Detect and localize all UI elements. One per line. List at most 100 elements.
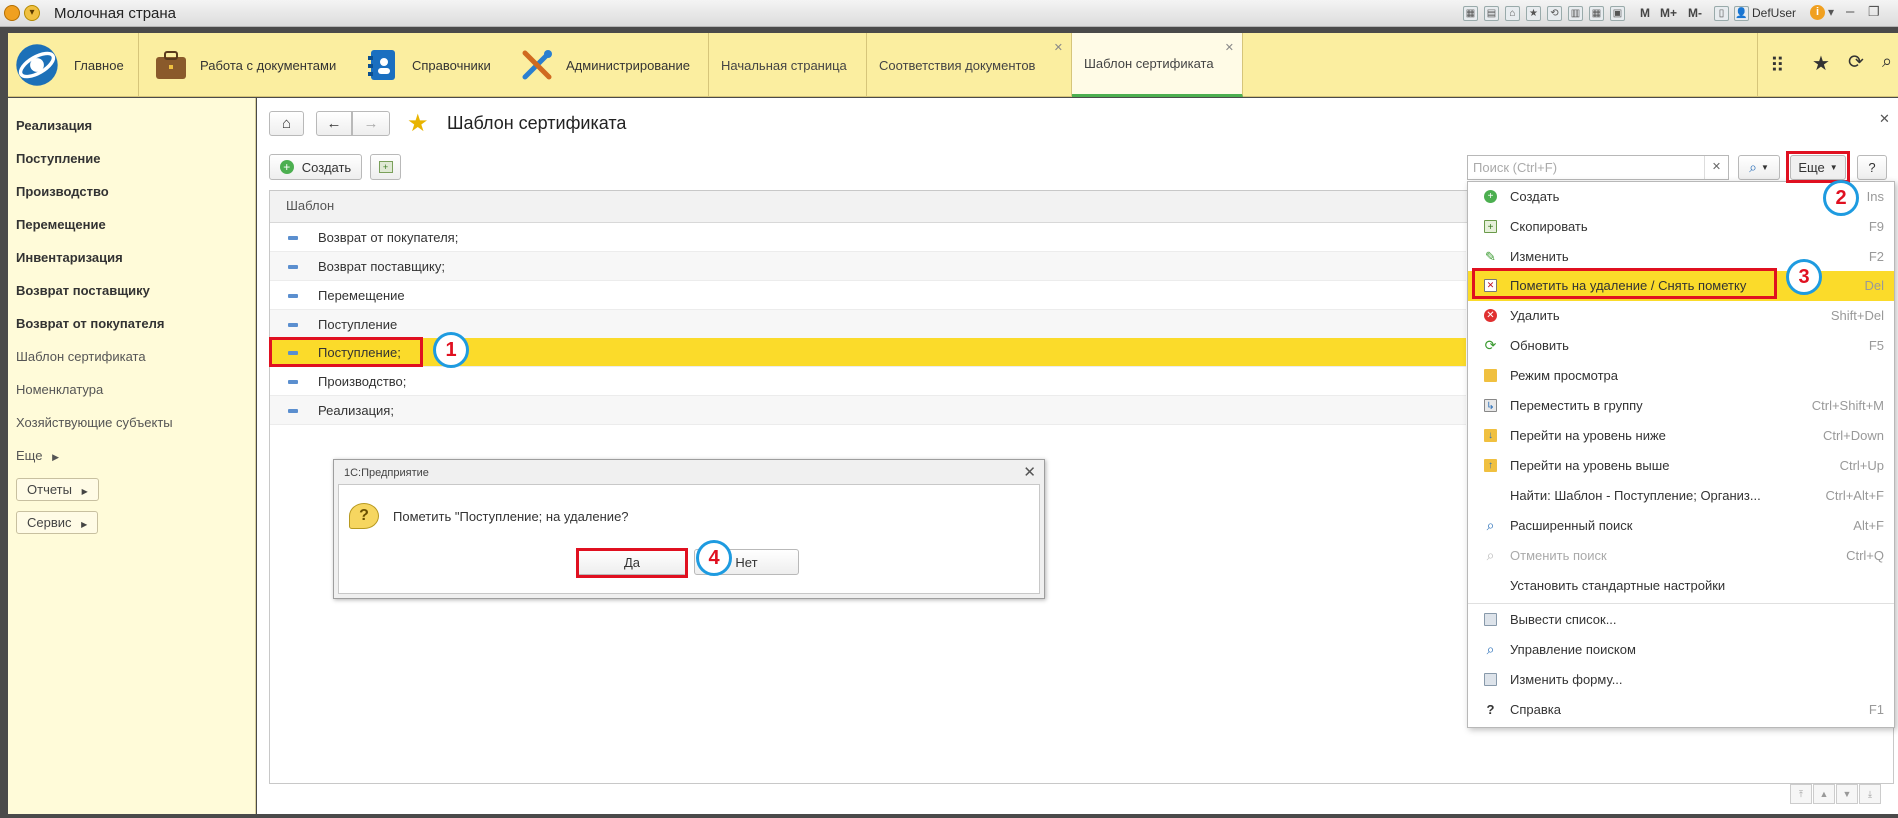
table-row[interactable]: Возврат поставщику; [270, 252, 1466, 281]
toolbar-history-icon[interactable]: ⟲ [1547, 6, 1562, 21]
global-search-icon[interactable]: ⌕ [1882, 51, 1892, 72]
scroll-up-button[interactable]: ▲ [1813, 784, 1835, 804]
toolbar-panel-icon[interactable]: ▯ [1714, 6, 1729, 21]
memory-minus-button[interactable]: M- [1688, 6, 1702, 20]
dialog-message: Пометить "Поступление; на удаление? [393, 509, 629, 524]
section-administration[interactable]: Администрирование [520, 33, 690, 97]
toolbar-calc-icon[interactable]: ▥ [1568, 6, 1583, 21]
tab-close-icon[interactable]: ✕ [1054, 41, 1063, 54]
table-row[interactable]: Возврат от покупателя; [270, 223, 1466, 252]
arrow-right-icon: ▶ [52, 452, 59, 462]
question-icon: ? [349, 503, 379, 529]
service-button[interactable]: Сервис ▶ [16, 511, 99, 534]
scroll-down-button[interactable]: ▼ [1836, 784, 1858, 804]
help-icon: ? [1486, 702, 1495, 717]
history-icon[interactable]: ⟳ [1848, 51, 1864, 74]
menu-item-move-to-group[interactable]: ↳ Переместить в группу Ctrl+Shift+M [1468, 391, 1894, 421]
nav-item-production[interactable]: Производство [16, 184, 109, 199]
nav-item-transfer[interactable]: Перемещение [16, 217, 106, 232]
reports-button[interactable]: Отчеты ▶ [16, 478, 99, 501]
create-button[interactable]: + Создать [269, 154, 362, 180]
tab-document-correspondence[interactable]: Соответствия документов ✕ [867, 33, 1072, 97]
dialog-title: 1С:Предприятие [344, 467, 429, 479]
nav-item-business-entities[interactable]: Хозяйствующие субъекты [16, 415, 173, 430]
level-down-icon: ↓ [1484, 429, 1497, 442]
arrow-right-icon: ▶ [81, 487, 88, 496]
tab-home-page-label: Начальная страница [721, 57, 847, 73]
search-options-button[interactable]: ⌕ ▼ [1738, 155, 1780, 180]
home-button[interactable]: ⌂ [269, 111, 304, 136]
menu-item-standard-settings[interactable]: Установить стандартные настройки [1468, 571, 1894, 601]
toolbar-favorites-icon[interactable]: ★ [1526, 6, 1541, 21]
section-documents[interactable]: Работа с документами [154, 33, 336, 97]
menu-item-refresh[interactable]: ⟳ Обновить F5 [1468, 331, 1894, 361]
back-button[interactable]: ← [316, 111, 352, 136]
memory-m-button[interactable]: M [1640, 6, 1650, 20]
toolbar-link-icon[interactable]: ⌂ [1505, 6, 1520, 21]
nav-item-sales[interactable]: Реализация [16, 118, 92, 133]
help-button[interactable]: ? [1857, 155, 1887, 180]
nav-item-supplier-return[interactable]: Возврат поставщику [16, 283, 150, 298]
menu-item-copy[interactable]: + Скопировать F9 [1468, 212, 1894, 242]
scroll-bottom-button[interactable]: ⤓ [1859, 784, 1881, 804]
menu-item-advanced-search[interactable]: ⌕ Расширенный поиск Alt+F [1468, 511, 1894, 541]
menu-item-output-list[interactable]: Вывести список... [1468, 605, 1894, 635]
nav-item-inventory[interactable]: Инвентаризация [16, 250, 123, 265]
form-close-icon[interactable]: ✕ [1879, 111, 1890, 127]
menu-item-edit-form[interactable]: Изменить форму... [1468, 665, 1894, 695]
tab-close-icon[interactable]: ✕ [1225, 41, 1234, 54]
nav-item-customer-return[interactable]: Возврат от покупателя [16, 316, 164, 331]
page-title: Шаблон сертификата [447, 113, 627, 133]
print-list-icon [1484, 613, 1497, 626]
nav-item-receipts[interactable]: Поступление [16, 151, 101, 166]
refresh-icon: ⟳ [1484, 337, 1497, 353]
nav-item-nomenclature[interactable]: Номенклатура [16, 382, 103, 397]
menu-item-delete[interactable]: ✕ Удалить Shift+Del [1468, 301, 1894, 331]
nav-item-certificate-template[interactable]: Шаблон сертификата [16, 349, 146, 364]
favorites-star-icon[interactable]: ★ [1812, 51, 1830, 76]
dialog-close-icon[interactable]: ✕ [1023, 463, 1036, 481]
level-up-icon: ↑ [1484, 459, 1497, 472]
scroll-top-button[interactable]: ⤒ [1790, 784, 1812, 804]
restore-icon[interactable]: ❐ [1868, 4, 1880, 20]
memory-plus-button[interactable]: M+ [1660, 6, 1677, 20]
tab-home-page[interactable]: Начальная страница [709, 33, 867, 97]
favorite-star-icon[interactable]: ★ [407, 109, 429, 138]
all-functions-grid-icon[interactable]: ⠿ [1770, 53, 1785, 78]
toolbar-calendar-icon[interactable]: ▣ [1610, 6, 1625, 21]
table-row[interactable]: Производство; [270, 367, 1466, 396]
toolbar-print-icon[interactable]: ▤ [1484, 6, 1499, 21]
navigation-panel: Реализация Поступление Производство Пере… [8, 98, 256, 814]
search-input[interactable]: Поиск (Ctrl+F) ✕ [1467, 155, 1729, 180]
menu-item-level-up[interactable]: ↑ Перейти на уровень выше Ctrl+Up [1468, 451, 1894, 481]
main-menu-chevron-icon[interactable]: ▾ [24, 5, 40, 21]
create-button-label: Создать [301, 159, 352, 175]
menu-item-find[interactable]: Найти: Шаблон - Поступление; Организ... … [1468, 481, 1894, 511]
menu-item-level-down[interactable]: ↓ Перейти на уровень ниже Ctrl+Down [1468, 421, 1894, 451]
info-icon[interactable]: i [1810, 5, 1825, 20]
menu-item-help[interactable]: ? Справка F1 [1468, 695, 1894, 725]
section-references[interactable]: Справочники [366, 33, 491, 97]
app-logo-icon[interactable] [4, 5, 20, 21]
menu-item-search-management[interactable]: ⌕ Управление поиском [1468, 635, 1894, 665]
section-main[interactable]: Главное [14, 33, 124, 97]
nav-item-more[interactable]: Еще ▶ [16, 448, 59, 463]
user-name[interactable]: DefUser [1752, 6, 1796, 20]
search-clear-icon[interactable]: ✕ [1704, 156, 1728, 179]
info-chevron-icon[interactable]: ▾ [1828, 5, 1834, 19]
menu-item-view-mode[interactable]: Режим просмотра [1468, 361, 1894, 391]
reports-button-label: Отчеты [27, 482, 72, 497]
move-group-icon: ↳ [1484, 399, 1497, 412]
create-group-button[interactable]: + [370, 154, 401, 180]
tab-certificate-template[interactable]: Шаблон сертификата ✕ [1072, 33, 1243, 97]
forward-button[interactable]: → [352, 111, 390, 136]
row-template-name: Поступление [318, 317, 398, 332]
item-marker-icon [288, 265, 298, 269]
item-marker-icon [288, 380, 298, 384]
annotation-box-yes-button [576, 548, 688, 578]
table-row[interactable]: Реализация; [270, 396, 1466, 425]
toolbar-grid-icon[interactable]: ▦ [1463, 6, 1478, 21]
minimize-icon[interactable]: – [1846, 3, 1854, 20]
toolbar-table-icon[interactable]: ▦ [1589, 6, 1604, 21]
table-row[interactable]: Перемещение [270, 281, 1466, 310]
